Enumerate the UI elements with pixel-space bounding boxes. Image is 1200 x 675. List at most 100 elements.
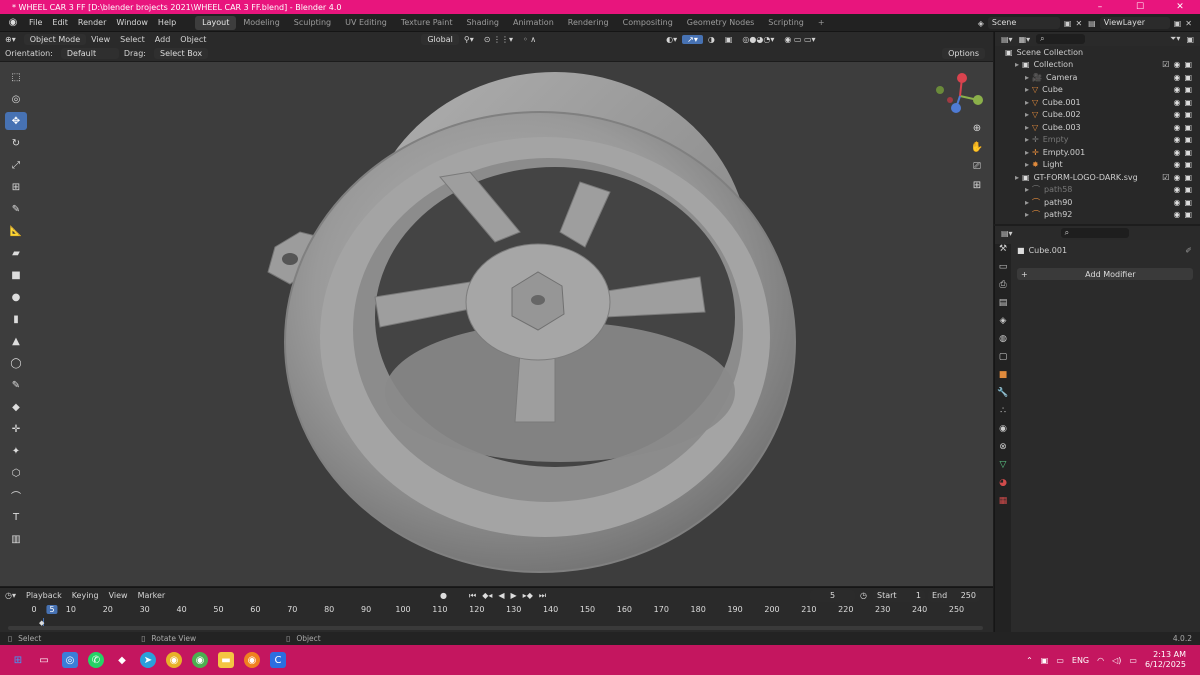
menu-keying[interactable]: Keying [67,591,104,600]
orientation-dropdown[interactable]: Default [60,48,119,59]
tab-sculpting[interactable]: Sculpting [287,16,338,30]
scene-field[interactable]: Scene [987,17,1060,29]
tray-monitor-icon[interactable]: ▭ [1056,656,1064,665]
render-camera-icon[interactable]: ▣ [1184,73,1192,82]
overlay-icon[interactable]: ◑ [703,35,720,44]
add-image-icon[interactable]: ▥ [5,530,27,548]
world-tab-icon[interactable]: ◍ [995,334,1011,352]
add-workspace-button[interactable]: + [811,16,832,30]
render-camera-icon[interactable]: ▣ [1184,148,1192,157]
properties-search-icon[interactable]: ⌕ [1060,228,1130,238]
add-torus-icon[interactable]: ◯ [5,354,27,372]
add-modifier-button[interactable]: + Add Modifier [1017,268,1193,280]
annotate-icon[interactable]: ✎ [5,200,27,218]
outliner-row[interactable]: ▸ ⌒ path90 ◉ ▣ [995,196,1200,209]
outliner-row[interactable]: ▸ ⌒ path92 ◉ ▣ [995,209,1200,222]
play-reverse-icon[interactable]: ◀ [498,591,504,601]
menu-add[interactable]: Add [150,35,176,44]
pin-icon[interactable]: ✐ [1185,246,1192,255]
eye-icon[interactable]: ◉ [1173,185,1180,194]
new-scene-icon[interactable]: ▣ [1064,19,1072,28]
add-grease-icon[interactable]: ✎ [5,376,27,394]
outliner-editor-icon[interactable]: ▤▾ [1001,35,1013,44]
render-camera-icon[interactable]: ▣ [1184,185,1192,194]
collection-tab-icon[interactable]: ▢ [995,352,1011,370]
scene-tab-icon[interactable]: ◈ [995,316,1011,334]
outliner-row[interactable]: ▸ ✛ Empty ◉ ▣ [995,134,1200,147]
wheel-model[interactable] [0,62,993,586]
delete-scene-icon[interactable]: ✕ [1075,19,1082,28]
menu-marker[interactable]: Marker [133,591,171,600]
expand-arrow-icon[interactable]: ▸ [1025,85,1029,94]
eye-icon[interactable]: ◉ [1173,123,1180,132]
outliner-row[interactable]: ▸ ✸ Light ◉ ▣ [995,159,1200,172]
expand-arrow-icon[interactable]: ▸ [1025,73,1029,82]
material-tab-icon[interactable]: ◕ [995,478,1011,496]
eye-icon[interactable]: ◉ [1173,98,1180,107]
tab-layout[interactable]: Layout [195,15,237,30]
telegram-icon[interactable]: ➤ [140,652,156,668]
view-layer-field[interactable]: ViewLayer [1099,17,1170,29]
tray-app-icon[interactable]: ▣ [1041,656,1049,665]
pivot-icon[interactable]: ⚲▾ [459,35,479,44]
outliner-row[interactable]: ▸ ▣ Collection ☑ ◉ ▣ [995,59,1200,72]
eye-icon[interactable]: ◉ [1173,173,1180,182]
delete-view-layer-icon[interactable]: ✕ [1185,19,1192,28]
drag-dropdown[interactable]: Select Box [153,48,209,59]
visibility-icon[interactable]: ◐▾ [661,35,682,44]
properties-object-name[interactable]: Cube.001 [1029,246,1067,255]
texture-tab-icon[interactable]: ▦ [995,496,1011,514]
outliner-row[interactable]: ▸ ▽ Cube.002 ◉ ▣ [995,109,1200,122]
expand-arrow-icon[interactable]: ▸ [1025,160,1029,169]
properties-editor-icon[interactable]: ▤▾ [1001,229,1013,238]
frame-ruler[interactable]: 0 10 20 30 40 50 60 70 80 90 100 110 120 130 140 150 160… [0,605,993,617]
navigation-gizmo[interactable] [930,70,990,122]
transform-icon[interactable]: ⊞ [5,178,27,196]
3d-viewport[interactable] [0,62,993,586]
grid-perspective-icon[interactable]: ⊞ [970,179,984,193]
scale-icon[interactable]: ⤢ [5,156,27,174]
measure-icon[interactable]: 📐 [5,222,27,240]
render-camera-icon[interactable]: ▣ [1184,123,1192,132]
object-tab-icon[interactable]: ■ [995,370,1011,388]
menu-playback[interactable]: Playback [21,591,67,600]
add-text-icon[interactable]: T [5,508,27,526]
tab-compositing[interactable]: Compositing [616,16,680,30]
particles-tab-icon[interactable]: ∴ [995,406,1011,424]
editor-type-icon[interactable]: ⊕▾ [0,35,21,44]
eye-icon[interactable]: ◉ [1173,198,1180,207]
jump-end-icon[interactable]: ⏭ [539,591,546,601]
gizmo-x-icon[interactable] [957,73,967,83]
outliner-row[interactable]: ▸ ✛ Empty.001 ◉ ▣ [995,146,1200,159]
render-camera-icon[interactable]: ▣ [1184,98,1192,107]
options-dropdown[interactable]: Options [942,48,985,59]
tab-uv-editing[interactable]: UV Editing [338,16,394,30]
add-cylinder-icon[interactable]: ▮ [5,310,27,328]
stopwatch-icon[interactable]: ◷ [860,591,867,600]
clock[interactable]: 2:13 AM 6/12/2025 [1145,650,1186,670]
transform-orientation-dropdown[interactable]: Global [421,33,459,45]
minimize-button[interactable]: – [1080,0,1120,14]
expand-arrow-icon[interactable]: ▸ [1025,98,1029,107]
whatsapp-icon[interactable]: ✆ [88,652,104,668]
outliner-search-icon[interactable]: ⌕ [1036,34,1085,44]
eye-icon[interactable]: ◉ [1173,210,1180,219]
eye-icon[interactable]: ◉ [1173,110,1180,119]
tab-texture-paint[interactable]: Texture Paint [394,16,460,30]
physics-tab-icon[interactable]: ◉ [995,424,1011,442]
tab-animation[interactable]: Animation [506,16,561,30]
eye-icon[interactable]: ◉ [1173,135,1180,144]
rotate-icon[interactable]: ↻ [5,134,27,152]
add-light-icon[interactable]: ✦ [5,442,27,460]
outliner-new-collection-icon[interactable]: ▣ [1186,35,1194,44]
eye-icon[interactable]: ◉ [1173,160,1180,169]
ruler-current-frame[interactable]: 5 [46,605,58,614]
play-icon[interactable]: ▶ [511,591,517,601]
close-button[interactable]: ✕ [1160,0,1200,14]
expand-arrow-icon[interactable]: ▸ [1025,123,1029,132]
menu-edit[interactable]: Edit [47,18,73,27]
gizmo-y-icon[interactable] [973,95,983,105]
outliner-row[interactable]: ▸ ▽ Cube.001 ◉ ▣ [995,96,1200,109]
add-camera-icon[interactable]: ⬡ [5,464,27,482]
outliner-row[interactable]: ▸ 🎥 Camera ◉ ▣ [995,71,1200,84]
